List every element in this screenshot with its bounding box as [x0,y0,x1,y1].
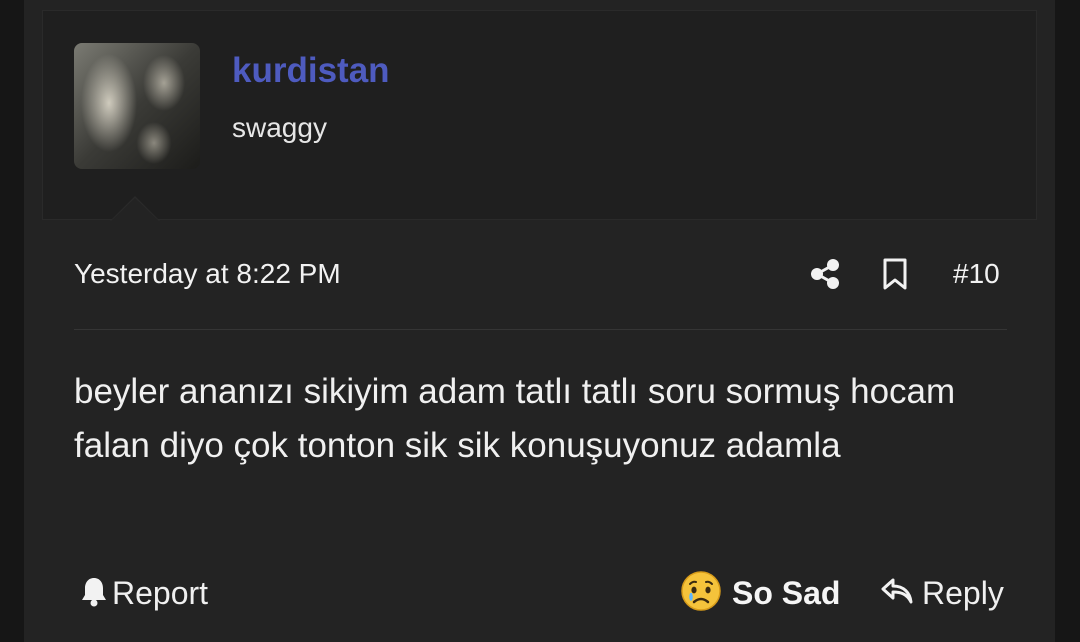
post-date-link[interactable]: Yesterday at 8:22 PM [74,258,341,290]
username-link[interactable]: kurdistan [232,51,390,91]
report-label: Report [112,574,209,611]
user-block: kurdistan swaggy [42,10,1037,220]
post-card: kurdistan swaggy Yesterday at 8:22 PM #1… [24,0,1055,642]
avatar[interactable] [74,43,200,169]
reaction-button[interactable]: So Sad [680,570,841,617]
reply-button[interactable]: Reply [880,573,1004,613]
reply-label: Reply [922,574,1004,611]
reaction-label: So Sad [732,574,841,611]
share-icon[interactable] [809,258,841,290]
divider [74,329,1007,330]
user-title: swaggy [232,112,327,143]
sad-face-emoji [680,570,722,617]
post-message: beyler ananızı sikiyim adam tatlı tatlı … [74,372,956,465]
report-button[interactable]: Report [80,573,208,613]
bell-icon [80,575,108,612]
reply-arrow-icon [880,576,914,611]
post-number-link[interactable]: #10 [953,258,1000,290]
bookmark-icon[interactable] [881,257,909,291]
